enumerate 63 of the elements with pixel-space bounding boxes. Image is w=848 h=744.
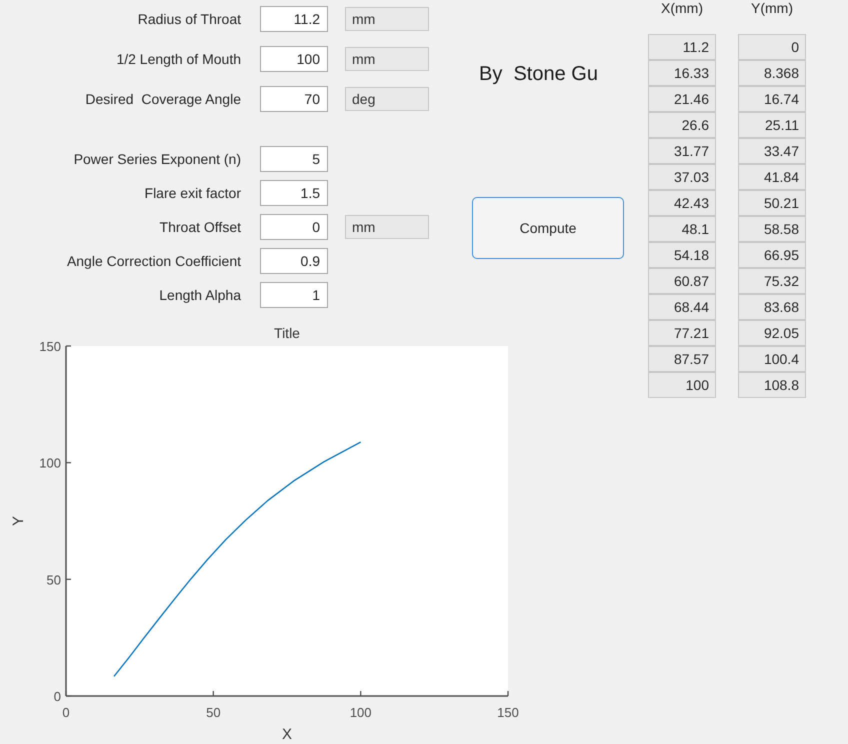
tick-label: 150	[497, 705, 519, 720]
tick-label: 0	[62, 705, 70, 720]
table-cell: 87.57	[648, 346, 716, 372]
table-cell: 11.2	[648, 34, 716, 60]
unit-field: mm	[345, 47, 429, 71]
unit-field: mm	[345, 215, 429, 239]
field-label: Power Series Exponent (n)	[72, 151, 241, 167]
table-cell: 42.43	[648, 190, 716, 216]
axis-label: Y	[10, 516, 27, 526]
table-cell: 33.47	[738, 138, 806, 164]
field-label: Desired Coverage Angle	[84, 91, 241, 107]
table-cell: 100	[648, 372, 716, 398]
field-label: Angle Correction Coefficient	[66, 253, 241, 269]
table-cell: 26.6	[648, 112, 716, 138]
field-label: Flare exit factor	[144, 185, 241, 201]
table-cell: 0	[738, 34, 806, 60]
tick-label: 50	[46, 572, 61, 588]
unit-field: mm	[345, 7, 429, 31]
field-label: Radius of Throat	[136, 11, 241, 27]
input-field[interactable]: 0.9	[260, 248, 328, 274]
input-field[interactable]: 11.2	[260, 6, 328, 32]
tick-label: 150	[39, 339, 61, 354]
table-cell: 68.44	[648, 294, 716, 320]
input-field[interactable]: 5	[260, 146, 328, 172]
table-cell: 83.68	[738, 294, 806, 320]
tick-label: 0	[54, 689, 61, 704]
input-field[interactable]: 0	[260, 214, 328, 240]
chart-title: Title	[274, 325, 300, 341]
table-cell: 16.74	[738, 86, 806, 112]
table-cell: 50.21	[738, 190, 806, 216]
table-cell: 41.84	[738, 164, 806, 190]
field-label: Length Alpha	[158, 287, 241, 303]
tick-label: 50	[206, 705, 221, 720]
table-cell: 21.46	[648, 86, 716, 112]
input-field[interactable]: 1.5	[260, 180, 328, 206]
table-cell: 54.18	[648, 242, 716, 268]
author-text: By Stone Gu	[479, 62, 598, 86]
input-field[interactable]: 70	[260, 86, 328, 112]
table-cell: 100.4	[738, 346, 806, 372]
unit-field: deg	[345, 87, 429, 111]
field-label: 1/2 Length of Mouth	[115, 51, 241, 67]
table-cell: 31.77	[648, 138, 716, 164]
field-label: Throat Offset	[158, 219, 241, 235]
table-cell: 37.03	[648, 164, 716, 190]
compute-button[interactable]: Compute	[472, 197, 624, 259]
tick-label: 100	[350, 705, 372, 720]
column-header: X(mm)	[660, 0, 704, 16]
table-cell: 60.87	[648, 268, 716, 294]
table-cell: 66.95	[738, 242, 806, 268]
tick-label: 100	[39, 456, 61, 471]
axis-label: X	[282, 726, 292, 743]
table-cell: 25.11	[738, 112, 806, 138]
table-cell: 92.05	[738, 320, 806, 346]
table-cell: 58.58	[738, 216, 806, 242]
column-header: Y(mm)	[750, 0, 794, 16]
table-cell: 16.33	[648, 60, 716, 86]
input-field[interactable]: 100	[260, 46, 328, 72]
table-cell: 77.21	[648, 320, 716, 346]
table-cell: 48.1	[648, 216, 716, 242]
table-cell: 8.368	[738, 60, 806, 86]
table-cell: 108.8	[738, 372, 806, 398]
table-cell: 75.32	[738, 268, 806, 294]
input-field[interactable]: 1	[260, 282, 328, 308]
